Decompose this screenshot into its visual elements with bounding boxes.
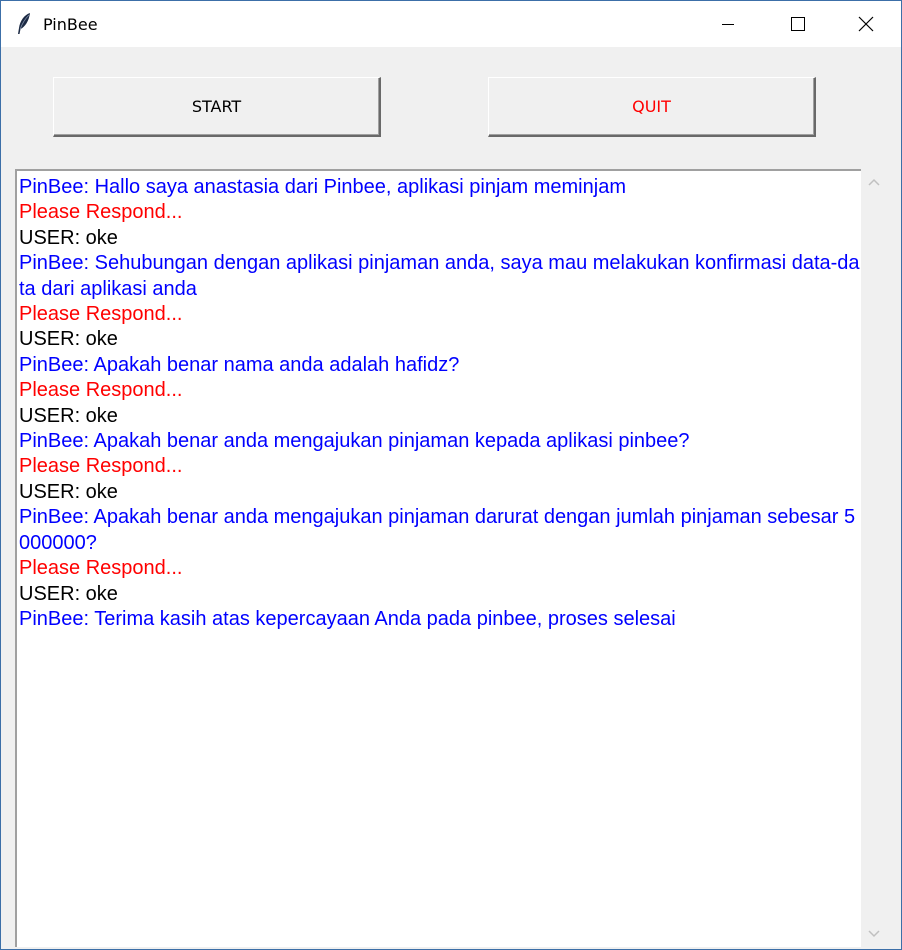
title-bar[interactable]: PinBee [1, 1, 901, 47]
user-message: USER: oke [19, 480, 118, 503]
maximize-button[interactable] [775, 1, 821, 47]
feather-icon [15, 12, 33, 36]
bot-message: PinBee: Terima kasih atas kepercayaan An… [19, 607, 676, 630]
respond-prompt: Please Respond... [19, 379, 183, 402]
respond-prompt: Please Respond... [19, 303, 183, 326]
bot-message: PinBee: Hallo saya anastasia dari Pinbee… [19, 176, 626, 198]
user-message: USER: oke [19, 404, 118, 427]
scroll-down-button[interactable] [861, 921, 887, 947]
minimize-button[interactable] [705, 1, 751, 47]
respond-prompt: Please Respond... [19, 455, 183, 478]
scroll-up-button[interactable] [861, 169, 887, 195]
minimize-icon [722, 24, 734, 25]
bot-message: PinBee: Apakah benar anda mengajukan pin… [19, 430, 690, 453]
chevron-up-icon [868, 178, 880, 186]
chevron-down-icon [868, 930, 880, 938]
respond-prompt: Please Respond... [19, 557, 183, 580]
close-icon [858, 16, 874, 32]
user-message: USER: oke [19, 328, 118, 351]
quit-button[interactable]: QUIT [488, 77, 816, 137]
maximize-icon [791, 17, 805, 31]
close-button[interactable] [843, 1, 889, 47]
window-title: PinBee [43, 15, 98, 34]
start-button[interactable]: START [53, 77, 381, 137]
bot-message: PinBee: Apakah benar anda mengajukan pin… [19, 506, 856, 554]
user-message: USER: oke [19, 226, 118, 249]
bot-message: PinBee: Sehubungan dengan aplikasi pinja… [19, 252, 860, 300]
app-window: PinBee START QUIT PinBee: Hallo saya ana… [0, 0, 902, 950]
bot-message: PinBee: Apakah benar nama anda adalah ha… [19, 353, 460, 376]
respond-prompt: Please Respond... [19, 201, 183, 224]
chat-log[interactable]: PinBee: Hallo saya anastasia dari Pinbee… [15, 169, 861, 947]
user-message: USER: oke [19, 582, 118, 605]
chat-scrollbar[interactable] [861, 169, 887, 947]
